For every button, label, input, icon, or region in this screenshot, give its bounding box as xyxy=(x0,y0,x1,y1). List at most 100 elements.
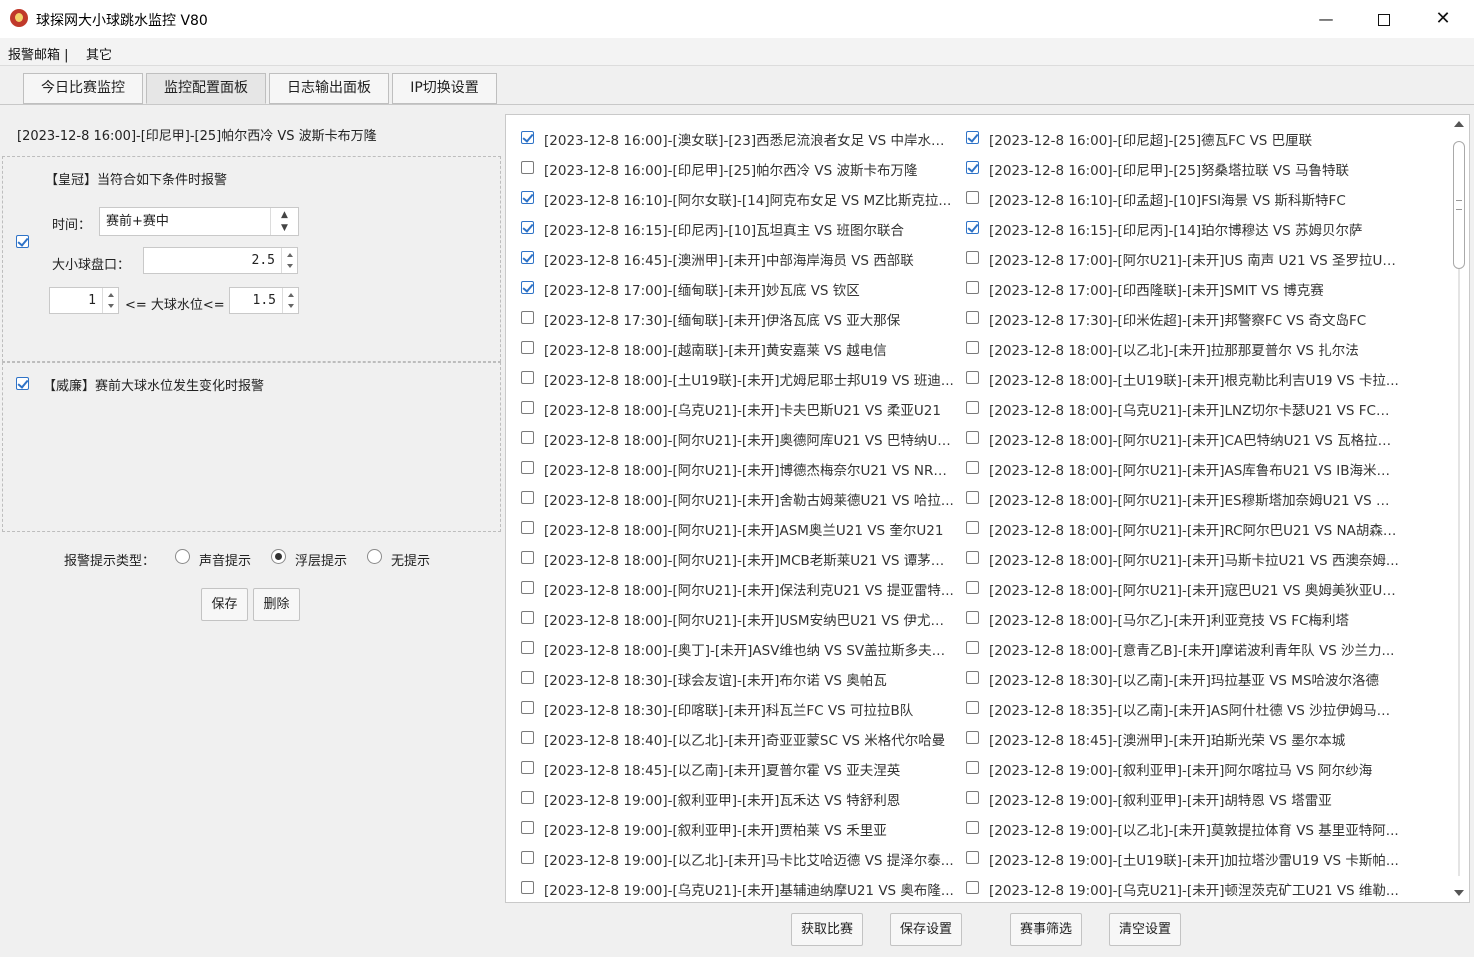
match-row[interactable]: [2023-12-8 18:00]-[乌克U21]-[未开]卡夫巴斯U21 VS… xyxy=(506,393,951,423)
match-row[interactable]: [2023-12-8 18:00]-[阿尔U21]-[未开]寇巴U21 VS 奥… xyxy=(951,573,1399,603)
match-row[interactable]: [2023-12-8 18:00]-[阿尔U21]-[未开]MCB老斯莱U21 … xyxy=(506,543,954,573)
match-checkbox[interactable] xyxy=(966,401,979,414)
match-row[interactable]: [2023-12-8 19:00]-[乌克U21]-[未开]基辅迪纳摩U21 V… xyxy=(506,873,954,902)
match-checkbox[interactable] xyxy=(521,401,534,414)
match-row[interactable]: [2023-12-8 16:45]-[澳洲甲]-[未开]中部海岸海员 VS 西部… xyxy=(506,243,951,273)
match-row[interactable]: [2023-12-8 18:00]-[阿尔U21]-[未开]马斯卡拉U21 VS… xyxy=(951,543,1399,573)
match-checkbox[interactable] xyxy=(966,641,979,654)
minimize-button[interactable]: — xyxy=(1297,0,1355,38)
match-checkbox[interactable] xyxy=(521,311,534,324)
scroll-up-icon[interactable] xyxy=(1454,121,1464,127)
match-row[interactable]: [2023-12-8 18:00]-[阿尔U21]-[未开]奥德阿库U21 VS… xyxy=(506,423,954,453)
match-checkbox[interactable] xyxy=(966,371,979,384)
match-checkbox[interactable] xyxy=(966,191,979,204)
max-odds-spinbox[interactable]: 1.5 xyxy=(229,287,299,314)
filter-matches-button[interactable]: 赛事筛选 xyxy=(1010,913,1082,946)
match-checkbox[interactable] xyxy=(521,851,534,864)
match-checkbox[interactable] xyxy=(966,671,979,684)
match-checkbox[interactable] xyxy=(966,521,979,534)
match-checkbox[interactable] xyxy=(966,221,979,234)
match-row[interactable]: [2023-12-8 18:00]-[意青乙B]-[未开]摩诺波利青年队 VS … xyxy=(951,633,1396,663)
match-row[interactable]: [2023-12-8 17:30]-[缅甸联]-[未开]伊洛瓦底 VS 亚大那保 xyxy=(506,303,951,333)
match-row[interactable]: [2023-12-8 16:15]-[印尼丙]-[14]珀尔博穆达 VS 苏姆贝… xyxy=(951,213,1396,243)
match-row[interactable]: [2023-12-8 19:00]-[叙利亚甲]-[未开]瓦禾达 VS 特舒利恩 xyxy=(506,783,951,813)
match-row[interactable]: [2023-12-8 16:10]-[阿尔女联]-[14]阿克布女足 VS MZ… xyxy=(506,183,951,213)
match-checkbox[interactable] xyxy=(966,161,979,174)
tab-today-monitor[interactable]: 今日比赛监控 xyxy=(23,73,143,104)
time-select[interactable]: 赛前+赛中 ▲ ▼ xyxy=(99,207,299,236)
match-checkbox[interactable] xyxy=(966,791,979,804)
match-row[interactable]: [2023-12-8 18:30]-[球会友谊]-[未开]布尔诺 VS 奥帕瓦 xyxy=(506,663,951,693)
match-row[interactable]: [2023-12-8 19:00]-[叙利亚甲]-[未开]贾柏莱 VS 禾里亚 xyxy=(506,813,951,843)
match-checkbox[interactable] xyxy=(966,761,979,774)
match-row[interactable]: [2023-12-8 18:00]-[阿尔U21]-[未开]舍勒古姆莱德U21 … xyxy=(506,483,954,513)
match-checkbox[interactable] xyxy=(521,761,534,774)
match-checkbox[interactable] xyxy=(966,251,979,264)
match-row[interactable]: [2023-12-8 18:00]-[以乙北]-[未开]拉那那夏普尔 VS 扎尔… xyxy=(951,333,1396,363)
match-row[interactable]: [2023-12-8 18:00]-[阿尔U21]-[未开]ES穆斯塔加奈姆U2… xyxy=(951,483,1399,513)
save-button[interactable]: 保存 xyxy=(201,588,248,621)
match-checkbox[interactable] xyxy=(521,701,534,714)
match-row[interactable]: [2023-12-8 18:00]-[阿尔U21]-[未开]保法利克U21 VS… xyxy=(506,573,954,603)
match-checkbox[interactable] xyxy=(966,461,979,474)
match-checkbox[interactable] xyxy=(521,521,534,534)
tab-log-output[interactable]: 日志输出面板 xyxy=(269,73,389,104)
delete-button[interactable]: 删除 xyxy=(253,588,300,621)
match-checkbox[interactable] xyxy=(521,221,534,234)
match-row[interactable]: [2023-12-8 18:00]-[乌克U21]-[未开]LNZ切尔卡瑟U21… xyxy=(951,393,1399,423)
match-row[interactable]: [2023-12-8 19:00]-[叙利亚甲]-[未开]阿尔喀拉马 VS 阿尔… xyxy=(951,753,1396,783)
match-checkbox[interactable] xyxy=(966,821,979,834)
match-row[interactable]: [2023-12-8 19:00]-[乌克U21]-[未开]顿涅茨克矿工U21 … xyxy=(951,873,1399,902)
match-row[interactable]: [2023-12-8 16:00]-[澳女联]-[23]西悉尼流浪者女足 VS … xyxy=(506,123,954,153)
match-checkbox[interactable] xyxy=(966,341,979,354)
match-row[interactable]: [2023-12-8 18:00]-[越南联]-[未开]黄安嘉莱 VS 越电信 xyxy=(506,333,951,363)
scroll-down-icon[interactable] xyxy=(1454,890,1464,896)
menu-alert-email[interactable]: 报警邮箱 | xyxy=(8,44,69,63)
tab-monitor-config[interactable]: 监控配置面板 xyxy=(146,73,266,104)
match-checkbox[interactable] xyxy=(521,491,534,504)
match-row[interactable]: [2023-12-8 18:45]-[以乙南]-[未开]夏普尔霍 VS 亚夫涅英 xyxy=(506,753,951,783)
radio-overlay[interactable] xyxy=(271,549,286,564)
match-checkbox[interactable] xyxy=(966,431,979,444)
radio-sound[interactable] xyxy=(175,549,190,564)
save-settings-button[interactable]: 保存设置 xyxy=(890,913,962,946)
match-checkbox[interactable] xyxy=(521,341,534,354)
match-checkbox[interactable] xyxy=(966,851,979,864)
vertical-scrollbar[interactable] xyxy=(1451,117,1467,900)
match-row[interactable]: [2023-12-8 18:45]-[澳洲甲]-[未开]珀斯光荣 VS 墨尔本城 xyxy=(951,723,1396,753)
match-checkbox[interactable] xyxy=(521,461,534,474)
match-checkbox[interactable] xyxy=(521,281,534,294)
williamhill-enable-checkbox[interactable] xyxy=(16,377,29,390)
tab-ip-switch[interactable]: IP切换设置 xyxy=(392,73,497,104)
spin-arrows-icon[interactable] xyxy=(102,288,118,313)
fetch-matches-button[interactable]: 获取比赛 xyxy=(791,913,863,946)
match-checkbox[interactable] xyxy=(966,131,979,144)
radio-none[interactable] xyxy=(367,549,382,564)
match-row[interactable]: [2023-12-8 18:00]-[马尔乙]-[未开]利亚竞技 VS FC梅利… xyxy=(951,603,1396,633)
scroll-thumb[interactable] xyxy=(1453,141,1465,269)
match-checkbox[interactable] xyxy=(521,581,534,594)
match-row[interactable]: [2023-12-8 17:00]-[缅甸联]-[未开]妙瓦底 VS 钦区 xyxy=(506,273,951,303)
match-checkbox[interactable] xyxy=(966,311,979,324)
match-row[interactable]: [2023-12-8 18:00]-[阿尔U21]-[未开]RC阿尔巴U21 V… xyxy=(951,513,1399,543)
match-row[interactable]: [2023-12-8 16:15]-[印尼丙]-[10]瓦坦真主 VS 班图尔联… xyxy=(506,213,951,243)
match-checkbox[interactable] xyxy=(966,731,979,744)
close-button[interactable]: ✕ xyxy=(1414,0,1472,38)
match-checkbox[interactable] xyxy=(521,881,534,894)
match-checkbox[interactable] xyxy=(966,881,979,894)
match-row[interactable]: [2023-12-8 16:00]-[印尼甲]-[25]努桑塔拉联 VS 马鲁特… xyxy=(951,153,1396,183)
match-row[interactable]: [2023-12-8 17:00]-[阿尔U21]-[未开]US 南声 U21 … xyxy=(951,243,1399,273)
match-row[interactable]: [2023-12-8 17:00]-[印西隆联]-[未开]SMIT VS 博克赛 xyxy=(951,273,1396,303)
match-row[interactable]: [2023-12-8 18:00]-[奥丁]-[未开]ASV维也纳 VS SV盖… xyxy=(506,633,954,663)
line-spinbox[interactable]: 2.5 xyxy=(143,247,298,274)
match-row[interactable]: [2023-12-8 16:00]-[印尼超]-[25]德瓦FC VS 巴厘联 xyxy=(951,123,1396,153)
match-checkbox[interactable] xyxy=(521,191,534,204)
match-checkbox[interactable] xyxy=(521,731,534,744)
match-row[interactable]: [2023-12-8 18:00]-[阿尔U21]-[未开]ASM奥兰U21 V… xyxy=(506,513,951,543)
match-row[interactable]: [2023-12-8 18:00]-[阿尔U21]-[未开]博德杰梅奈尔U21 … xyxy=(506,453,954,483)
match-row[interactable]: [2023-12-8 16:00]-[印尼甲]-[25]帕尔西冷 VS 波斯卡布… xyxy=(506,153,951,183)
maximize-button[interactable] xyxy=(1355,0,1413,38)
match-checkbox[interactable] xyxy=(966,551,979,564)
match-checkbox[interactable] xyxy=(521,611,534,624)
match-checkbox[interactable] xyxy=(966,581,979,594)
